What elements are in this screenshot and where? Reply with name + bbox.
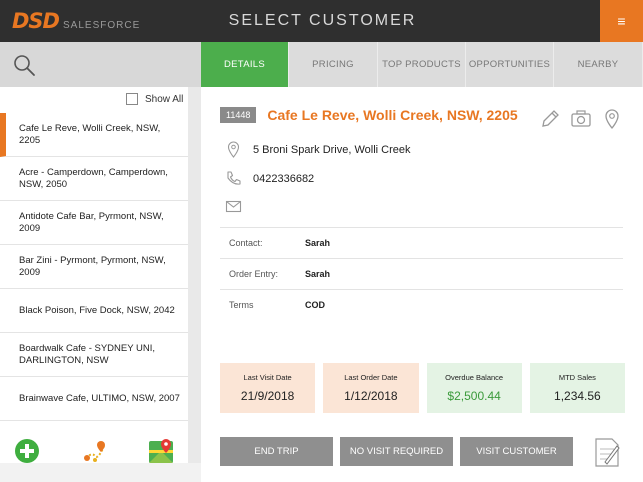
tab-nearby[interactable]: NEARBY: [554, 42, 643, 87]
customer-details: 11448 Cafe Le Reve, Wolli Creek, NSW, 22…: [201, 87, 643, 482]
field-key: Contact:: [229, 238, 263, 248]
field-key: Order Entry:: [229, 269, 279, 279]
customer-list-area: Show All Cafe Le Reve, Wolli Creek, NSW,…: [0, 87, 188, 463]
phone-row[interactable]: 0422336682: [225, 170, 314, 187]
end-trip-button[interactable]: END TRIP: [220, 437, 333, 466]
customer-id-badge: 11448: [220, 107, 257, 123]
customer-list-item-label: Acre - Camperdown, Camperdown, NSW, 2050: [19, 166, 168, 190]
field-key: Terms: [229, 300, 254, 310]
hamburger-menu-icon: ≡: [617, 13, 626, 29]
field-value: COD: [305, 300, 325, 310]
visit-actions: END TRIP NO VISIT REQUIRED VISIT CUSTOME…: [220, 437, 573, 466]
customer-actions: [539, 108, 623, 130]
customer-list-item-label: Boardwalk Cafe - SYDNEY UNI, DARLINGTON,…: [19, 342, 156, 366]
stat-card: Last Order Date 1/12/2018: [323, 363, 419, 413]
stat-label: Overdue Balance: [445, 373, 504, 382]
pencil-icon[interactable]: [539, 108, 561, 130]
field-value: Sarah: [305, 238, 331, 248]
phone-icon: [227, 171, 241, 185]
page-title: SELECT CUSTOMER: [228, 12, 417, 29]
show-all-label: Show All: [145, 93, 184, 105]
detail-tabs: DETAILS PRICING TOP PRODUCTS OPPORTUNITIES N…: [201, 42, 643, 87]
tab-pricing[interactable]: PRICING: [289, 42, 378, 87]
customer-address: 5 Broni Spark Drive, Wolli Creek: [253, 143, 411, 156]
search-bar[interactable]: [0, 42, 201, 87]
location-pin-icon: [227, 141, 240, 158]
customer-list-item-label: Antidote Cafe Bar, Pyrmont, NSW, 2009: [19, 210, 164, 234]
stat-card: Overdue Balance $2,500.44: [426, 363, 522, 413]
stat-value: 1/12/2018: [344, 389, 398, 403]
no-visit-required-button[interactable]: NO VISIT REQUIRED: [340, 437, 453, 466]
customer-list-item[interactable]: Cafe Le Reve, Wolli Creek, NSW, 2205: [0, 113, 188, 157]
customer-phone[interactable]: 0422336682: [253, 173, 314, 185]
stat-label: Last Order Date: [344, 373, 398, 382]
tab-details[interactable]: DETAILS: [201, 42, 289, 87]
customer-field-row: Contact: Sarah: [220, 227, 623, 258]
note-icon[interactable]: [593, 436, 621, 468]
customer-list: Cafe Le Reve, Wolli Creek, NSW, 2205 Acre…: [0, 113, 188, 421]
stat-label: Last Visit Date: [243, 373, 292, 382]
route-map-icon[interactable]: [82, 438, 108, 464]
show-all-checkbox[interactable]: [126, 93, 138, 105]
logo-sub: SALESFORCE: [63, 20, 141, 31]
logo-main: DSD: [12, 9, 60, 33]
show-all-toggle[interactable]: Show All: [126, 93, 183, 105]
stat-value: 21/9/2018: [240, 389, 295, 403]
top-bar: DSD SALESFORCE SELECT CUSTOMER ≡: [0, 0, 643, 42]
customer-list-item-label: Cafe Le Reve, Wolli Creek, NSW, 2205: [19, 122, 161, 146]
customer-sidebar: Show All Cafe Le Reve, Wolli Creek, NSW,…: [0, 42, 201, 482]
customer-name: Cafe Le Reve, Wolli Creek, NSW, 2205: [267, 107, 518, 123]
customer-list-item[interactable]: Brainwave Cafe, ULTIMO, NSW, 2007: [0, 377, 188, 421]
app-logo: DSD SALESFORCE: [12, 9, 140, 33]
customer-field-row: Terms COD: [220, 289, 623, 320]
customer-list-item[interactable]: Acre - Camperdown, Camperdown, NSW, 2050: [0, 157, 188, 201]
customer-list-item-label: Bar Zini - Pyrmont, Pyrmont, NSW, 2009: [19, 254, 166, 278]
menu-button[interactable]: ≡: [600, 0, 643, 42]
customer-list-item[interactable]: Black Poison, Five Dock, NSW, 2042: [0, 289, 188, 333]
email-row[interactable]: [225, 198, 253, 215]
stat-label: MTD Sales: [558, 373, 596, 382]
tab-opportunities[interactable]: OPPORTUNITIES: [466, 42, 554, 87]
field-value: Sarah: [305, 269, 331, 279]
mail-icon: [225, 200, 242, 213]
customer-list-item-label: Brainwave Cafe, ULTIMO, NSW, 2007: [19, 392, 180, 404]
customer-list-item[interactable]: Boardwalk Cafe - SYDNEY UNI, DARLINGTON,…: [0, 333, 188, 377]
stat-value: $2,500.44: [447, 389, 501, 403]
google-maps-icon[interactable]: [148, 438, 174, 464]
customer-field-row: Order Entry: Sarah: [220, 258, 623, 289]
location-pin-icon[interactable]: [601, 108, 623, 130]
stat-card: Last Visit Date 21/9/2018: [220, 363, 316, 413]
add-plus-icon[interactable]: [14, 438, 40, 464]
customer-list-item[interactable]: Bar Zini - Pyrmont, Pyrmont, NSW, 2009: [0, 245, 188, 289]
stat-card: MTD Sales 1,234.56: [529, 363, 625, 413]
customer-stats: Last Visit Date 21/9/2018 Last Order Date 1…: [220, 363, 625, 413]
visit-customer-button[interactable]: VISIT CUSTOMER: [460, 437, 573, 466]
list-scrollbar[interactable]: [188, 87, 201, 463]
address-row: 5 Broni Spark Drive, Wolli Creek: [225, 141, 411, 158]
search-icon[interactable]: [12, 53, 36, 77]
tab-top-products[interactable]: TOP PRODUCTS: [378, 42, 466, 87]
customer-header: 11448 Cafe Le Reve, Wolli Creek, NSW, 22…: [220, 107, 518, 123]
sidebar-actions: [0, 427, 201, 482]
camera-icon[interactable]: [570, 108, 592, 130]
stat-value: 1,234.56: [554, 389, 601, 403]
customer-list-item[interactable]: Antidote Cafe Bar, Pyrmont, NSW, 2009: [0, 201, 188, 245]
customer-list-item-label: Black Poison, Five Dock, NSW, 2042: [19, 304, 175, 316]
